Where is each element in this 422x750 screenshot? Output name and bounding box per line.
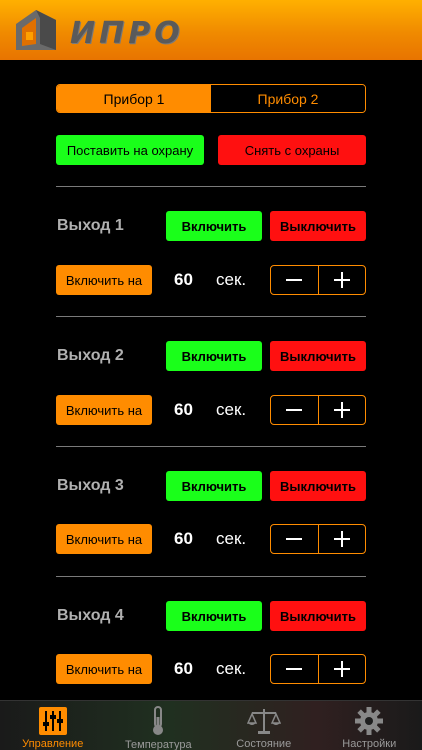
output-1-seconds-stepper xyxy=(270,265,366,295)
minus-icon xyxy=(286,409,303,411)
output-1-seconds-value: 60 xyxy=(174,270,193,289)
tab-settings-label: Настройки xyxy=(342,738,397,750)
tab-status[interactable]: Состояние xyxy=(211,701,317,750)
output-4-off-button[interactable]: Выключить xyxy=(270,601,366,631)
tab-status-label: Состояние xyxy=(236,738,292,750)
output-2-seconds-value: 60 xyxy=(174,400,193,419)
disarm-button[interactable]: Снять с охраны xyxy=(218,135,366,165)
logo-text: ИПРО xyxy=(70,16,184,51)
divider xyxy=(56,446,366,447)
output-1-on-button[interactable]: Включить xyxy=(166,211,262,241)
tab-control-label: Управление xyxy=(22,738,84,750)
sliders-icon xyxy=(36,705,70,736)
plus-icon xyxy=(333,402,350,418)
tab-settings[interactable]: Настройки xyxy=(317,701,422,750)
scales-icon xyxy=(246,705,281,736)
arm-button[interactable]: Поставить на охрану xyxy=(56,135,204,165)
plus-icon xyxy=(333,661,350,677)
output-3-label: Выход 3 xyxy=(57,477,124,494)
tab-control[interactable]: Управление xyxy=(0,701,106,750)
output-4-seconds-stepper xyxy=(270,654,366,684)
minus-icon xyxy=(286,538,303,540)
output-1-label: Выход 1 xyxy=(57,217,124,234)
output-4-on-button[interactable]: Включить xyxy=(166,601,262,631)
divider xyxy=(56,186,366,187)
output-3-decrement-button[interactable] xyxy=(271,525,318,553)
output-1-seconds-unit: сек. xyxy=(216,270,247,289)
output-4-timer-button[interactable]: Включить на xyxy=(56,654,152,684)
house-logo-icon xyxy=(16,10,56,50)
output-3-seconds-unit: сек. xyxy=(216,529,247,548)
tab-device-1[interactable]: Прибор 1 xyxy=(57,85,211,112)
output-4-seconds-unit: сек. xyxy=(216,659,247,678)
plus-icon xyxy=(333,272,350,288)
bottom-tab-bar: Управление Температура Состояние Настрой… xyxy=(0,700,422,750)
output-2-decrement-button[interactable] xyxy=(271,396,318,424)
output-2-seconds-unit: сек. xyxy=(216,400,247,419)
output-1-timer-button[interactable]: Включить на xyxy=(56,265,152,295)
output-4-decrement-button[interactable] xyxy=(271,655,318,683)
output-2-off-button[interactable]: Выключить xyxy=(270,341,366,371)
output-2-label: Выход 2 xyxy=(57,347,124,364)
divider xyxy=(56,316,366,317)
tab-device-2[interactable]: Прибор 2 xyxy=(211,85,365,112)
tab-temperature-label: Температура xyxy=(124,739,192,750)
output-4-seconds-value: 60 xyxy=(174,659,193,678)
plus-icon xyxy=(333,531,350,547)
app-header: ИПРО xyxy=(0,0,422,60)
output-1-decrement-button[interactable] xyxy=(271,266,318,294)
divider xyxy=(56,576,366,577)
output-4-label: Выход 4 xyxy=(57,607,124,624)
minus-icon xyxy=(286,279,303,281)
output-3-off-button[interactable]: Выключить xyxy=(270,471,366,501)
minus-icon xyxy=(286,668,303,670)
output-3-seconds-stepper xyxy=(270,524,366,554)
thermometer-icon xyxy=(141,705,175,737)
output-2-timer-button[interactable]: Включить на xyxy=(56,395,152,425)
output-3-increment-button[interactable] xyxy=(317,525,366,553)
output-1-off-button[interactable]: Выключить xyxy=(270,211,366,241)
output-3-seconds-value: 60 xyxy=(174,529,193,548)
output-1-increment-button[interactable] xyxy=(317,266,366,294)
output-3-timer-button[interactable]: Включить на xyxy=(56,524,152,554)
output-4-increment-button[interactable] xyxy=(317,655,366,683)
output-2-increment-button[interactable] xyxy=(317,396,366,424)
output-2-seconds-stepper xyxy=(270,395,366,425)
gear-icon xyxy=(352,705,386,736)
device-selector: Прибор 1 Прибор 2 xyxy=(56,84,366,113)
output-3-on-button[interactable]: Включить xyxy=(166,471,262,501)
tab-temperature[interactable]: Температура xyxy=(106,701,212,750)
output-2-on-button[interactable]: Включить xyxy=(166,341,262,371)
